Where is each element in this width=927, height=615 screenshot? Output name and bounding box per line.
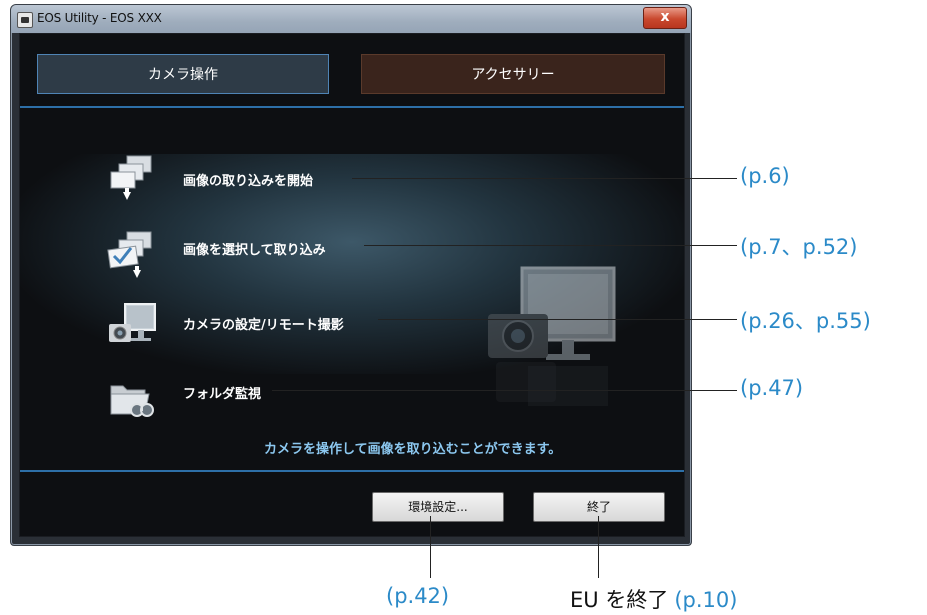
page-ref-camera: (p.26、p.55) <box>740 309 871 333</box>
menu-item-camera-settings[interactable]: カメラの設定/リモート撮影 <box>183 314 344 333</box>
page-ref-quit: (p.10) <box>674 588 738 612</box>
app-icon <box>17 12 33 28</box>
quit-annotation-text: EU を終了 <box>570 588 669 612</box>
select-download-icon[interactable] <box>105 228 157 280</box>
window-title: EOS Utility - EOS XXX <box>37 11 162 25</box>
close-button[interactable]: x <box>643 7 687 29</box>
description-text: カメラを操作して画像を取り込むことができます。 <box>264 442 562 457</box>
page-ref-settings: (p.42) <box>386 584 450 608</box>
menu-item-folder-watch[interactable]: フォルダ監視 <box>183 383 261 402</box>
folder-watch-icon[interactable] <box>105 372 157 424</box>
tab-camera-control[interactable]: カメラ操作 <box>37 54 329 94</box>
quit-annotation: EU を終了 (p.10) <box>570 584 737 614</box>
client-area: カメラ操作 アクセサリー 画像の取り込みを開始 画像を選択して取り込み カメラの… <box>19 33 685 537</box>
camera-monitor-icon[interactable] <box>105 300 157 352</box>
divider-top <box>20 106 684 108</box>
callout-line-settings <box>430 516 431 578</box>
callout-line-quit <box>598 516 599 578</box>
tab-accessory[interactable]: アクセサリー <box>361 54 665 94</box>
callout-line-folder <box>272 390 737 391</box>
page-ref-folder: (p.47) <box>740 376 804 400</box>
page-ref-select: (p.7、p.52) <box>740 235 858 259</box>
callout-line-download <box>352 178 737 179</box>
quit-button[interactable]: 終了 <box>533 492 665 522</box>
menu-item-select-download[interactable]: 画像を選択して取り込み <box>183 239 326 258</box>
divider-bottom <box>20 470 684 472</box>
title-bar[interactable]: EOS Utility - EOS XXX x <box>11 5 691 33</box>
page-ref-download: (p.6) <box>740 164 790 188</box>
download-images-icon[interactable] <box>105 152 157 204</box>
app-window: EOS Utility - EOS XXX x カメラ操作 アクセサリー 画像の… <box>10 4 692 546</box>
preferences-button[interactable]: 環境設定... <box>372 492 504 522</box>
callout-line-camera <box>378 319 737 320</box>
callout-line-select <box>364 245 737 246</box>
menu-item-start-download[interactable]: 画像の取り込みを開始 <box>183 170 313 189</box>
